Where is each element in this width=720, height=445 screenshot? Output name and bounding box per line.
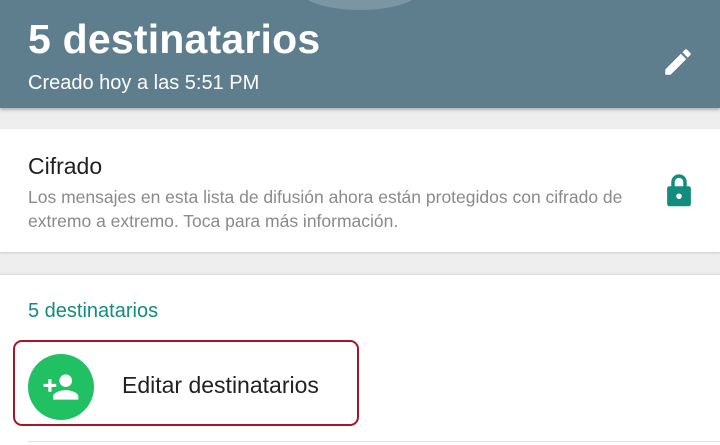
add-person-icon <box>43 374 79 400</box>
lock-icon <box>667 174 691 207</box>
encryption-title: Cifrado <box>28 153 103 179</box>
app-header: 5 destinatarios Creado hoy a las 5:51 PM <box>0 0 720 108</box>
encryption-info-card[interactable]: Cifrado Los mensajes en esta lista de di… <box>0 129 720 252</box>
created-timestamp: Creado hoy a las 5:51 PM <box>28 72 260 94</box>
encryption-description: Los mensajes en esta lista de difusión a… <box>28 187 623 231</box>
header-highlight <box>300 0 420 10</box>
edit-name-button[interactable] <box>656 40 700 84</box>
edit-recipients-label[interactable]: Editar destinatarios <box>122 372 319 399</box>
add-person-avatar[interactable] <box>28 354 94 420</box>
page-title: 5 destinatarios <box>28 16 321 62</box>
list-divider <box>28 441 720 442</box>
pencil-icon <box>665 49 691 75</box>
recipients-count-label: 5 destinatarios <box>28 300 159 322</box>
